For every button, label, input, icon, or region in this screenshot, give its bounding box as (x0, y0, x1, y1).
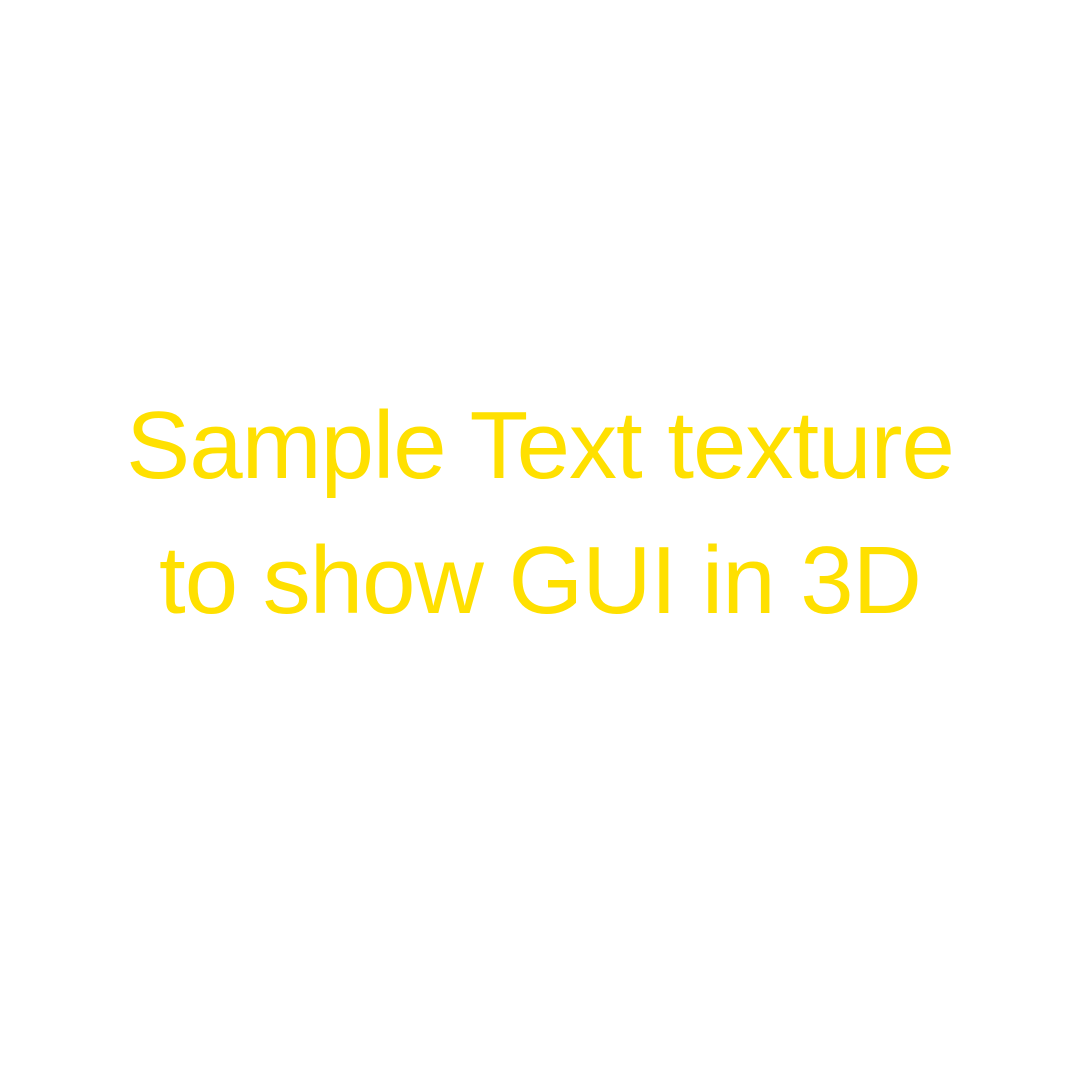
text-line-2: to show GUI in 3D (159, 527, 922, 634)
texture-canvas: Sample Text texture to show GUI in 3D (0, 0, 1080, 1080)
sample-text-block: Sample Text texture to show GUI in 3D (0, 378, 1080, 648)
text-line-1: Sample Text texture (126, 392, 955, 499)
